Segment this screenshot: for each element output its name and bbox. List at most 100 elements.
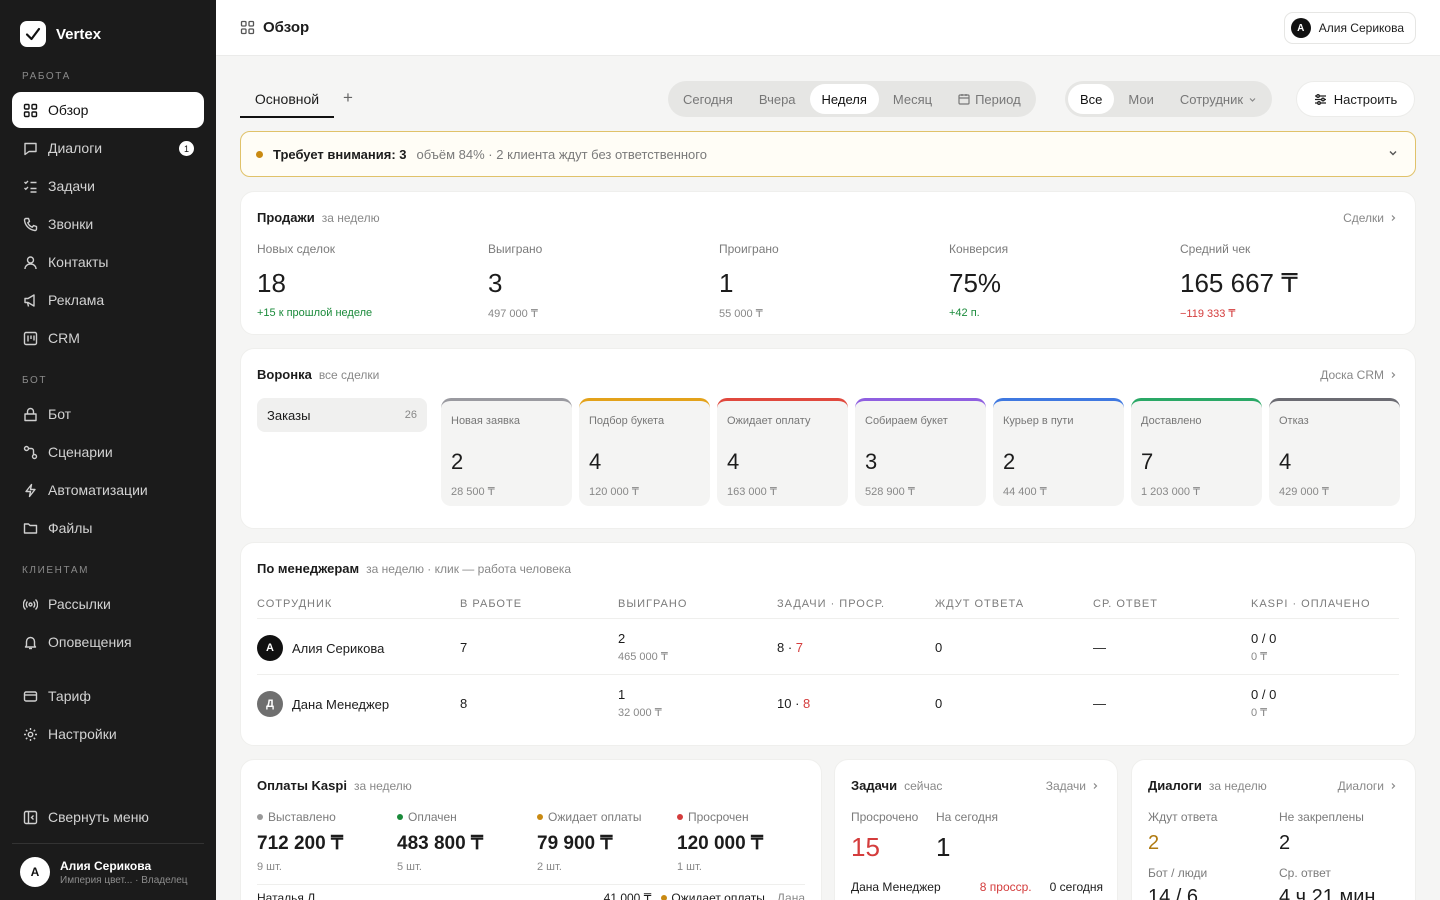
- funnel-stage[interactable]: Ожидает оплату 4 163 000 ₸: [717, 398, 848, 506]
- chat-icon: [22, 140, 38, 156]
- stage-name: Ожидает оплату: [727, 415, 811, 427]
- tasks-count: 10: [777, 696, 792, 711]
- kaspi-stat-label: Выставлено: [257, 810, 343, 824]
- tasks-list-row[interactable]: Дана Менеджер 8 просср. 0 сегодня: [851, 880, 1103, 894]
- brand[interactable]: Vertex: [20, 21, 101, 47]
- dialogs-link[interactable]: Диалоги: [1338, 779, 1397, 793]
- funnel-stage[interactable]: Подбор букета 4 120 000 ₸: [579, 398, 710, 506]
- sidebar-item-tariff[interactable]: Тариф: [12, 678, 204, 714]
- sidebar-item-bot[interactable]: Бот: [12, 396, 204, 432]
- sidebar-item-crm[interactable]: CRM: [12, 320, 204, 356]
- kaspi-stat-value: 79 900 ₸: [537, 833, 613, 854]
- tasks-subtitle: сейчас: [904, 779, 943, 793]
- bolt-icon: [22, 482, 38, 498]
- top-user-menu[interactable]: A Алия Серикова: [1283, 12, 1416, 44]
- col-header-in-work: В РАБОТЕ: [460, 598, 523, 610]
- stage-name: Доставлено: [1141, 415, 1202, 427]
- funnel-stage[interactable]: Отказ 4 429 000 ₸: [1269, 398, 1400, 506]
- scope-mine[interactable]: Мои: [1116, 84, 1165, 114]
- top-user-name: Алия Серикова: [1318, 21, 1404, 35]
- sidebar-item-label: Сценарии: [48, 444, 113, 460]
- deals-link[interactable]: Сделки: [1343, 211, 1397, 225]
- scope-all[interactable]: Все: [1068, 84, 1115, 114]
- sidebar-item-notifications[interactable]: Оповещения: [12, 624, 204, 660]
- funnel-stage[interactable]: Курьер в пути 2 44 400 ₸: [993, 398, 1124, 506]
- sidebar-item-contacts[interactable]: Контакты: [12, 244, 204, 280]
- funnel-stage[interactable]: Доставлено 7 1 203 000 ₸: [1131, 398, 1262, 506]
- funnel-stage[interactable]: Собираем букет 3 528 900 ₸: [855, 398, 986, 506]
- bell-icon: [22, 634, 38, 650]
- table-row[interactable]: A Алия Серикова 7 2 465 000 ₸ 8 · 7 0 — …: [257, 618, 1399, 674]
- stage-count: 2: [451, 449, 464, 474]
- dialogs-unassigned-value: 2: [1279, 832, 1291, 854]
- collapse-menu-button[interactable]: Свернуть меню: [12, 799, 204, 835]
- dialogs-card: Диалоги за неделю Диалоги Ждут ответа 2 …: [1131, 759, 1416, 900]
- won-sum: 465 000 ₸: [618, 651, 668, 663]
- table-row[interactable]: Д Дана Менеджер 8 1 32 000 ₸ 10 · 8 0 — …: [257, 674, 1399, 730]
- tasks-link[interactable]: Задачи: [1046, 779, 1099, 793]
- period-custom[interactable]: Период: [946, 84, 1033, 114]
- kaspi-header: Оплаты Kaspi за неделю: [257, 778, 412, 793]
- kaspi-counts: 0 / 0: [1251, 687, 1277, 702]
- pipeline-orders[interactable]: Заказы 26: [257, 398, 427, 432]
- sidebar-user[interactable]: A Алия Серикова Империя цвет... · Владел…: [12, 843, 204, 900]
- sidebar-item-calls[interactable]: Звонки: [12, 206, 204, 242]
- user-company: Империя цвет...: [60, 874, 133, 886]
- kaspi-stat-label-text: Выставлено: [268, 810, 336, 824]
- alert-dot: [256, 150, 263, 158]
- chevron-right-icon: [1091, 782, 1099, 790]
- kaspi-list-row[interactable]: Наталья Л. 41 000 ₸ Ожидает оплаты Дана: [257, 891, 805, 900]
- sidebar-item-tasks[interactable]: Задачи: [12, 168, 204, 204]
- sidebar-item-overview[interactable]: Обзор: [12, 92, 204, 128]
- kaspi-stat-label: Ожидает оплаты: [537, 810, 642, 824]
- unread-badge: 1: [179, 141, 194, 156]
- tasks-overdue: 8: [803, 696, 811, 711]
- manager-cell: A Алия Серикова: [257, 635, 384, 661]
- tab-main[interactable]: Основной: [240, 82, 334, 118]
- scope-employee[interactable]: Сотрудник: [1168, 84, 1269, 114]
- stage-sum: 1 203 000 ₸: [1141, 486, 1200, 498]
- sidebar-item-files[interactable]: Файлы: [12, 510, 204, 546]
- dialogs-title: Диалоги: [1148, 778, 1202, 793]
- avatar: A: [20, 857, 50, 887]
- sidebar-item-ads[interactable]: Реклама: [12, 282, 204, 318]
- tasks-overdue-label: Просрочено: [851, 810, 919, 824]
- in-work-cell: 8: [460, 696, 468, 711]
- sidebar-item-settings[interactable]: Настройки: [12, 716, 204, 752]
- funnel-stage[interactable]: Новая заявка 2 28 500 ₸: [441, 398, 572, 506]
- period-month[interactable]: Месяц: [881, 84, 944, 114]
- attention-alert[interactable]: Требует внимания: 3 объём 84% · 2 клиент…: [240, 131, 1416, 177]
- kaspi-stat-value: 120 000 ₸: [677, 833, 764, 854]
- period-selector: Сегодня Вчера Неделя Месяц Период: [668, 81, 1036, 117]
- collapse-label: Свернуть меню: [48, 809, 149, 825]
- sidebar-item-label: Обзор: [48, 102, 89, 118]
- kaspi-cell: 0 / 0 0 ₸: [1251, 687, 1276, 719]
- period-today[interactable]: Сегодня: [671, 84, 745, 114]
- kaspi-stat: Ожидает оплаты 79 900 ₸ 2 шт.: [537, 810, 642, 873]
- add-tab-button[interactable]: +: [343, 88, 353, 108]
- kaspi-stat-count: 5 шт.: [397, 861, 422, 873]
- tasks-title: Задачи: [851, 778, 898, 793]
- kaspi-subtitle: за неделю: [353, 779, 412, 793]
- configure-button[interactable]: Настроить: [1296, 81, 1415, 117]
- crm-board-link[interactable]: Доска CRM: [1320, 368, 1397, 382]
- tasks-count: 8: [777, 640, 785, 655]
- kpi-label: Средний чек: [1180, 242, 1251, 256]
- payer-name: Наталья Л.: [257, 891, 319, 900]
- sidebar-item-mailings[interactable]: Рассылки: [12, 586, 204, 622]
- sidebar-item-dialogs[interactable]: Диалоги 1: [12, 130, 204, 166]
- period-week[interactable]: Неделя: [809, 84, 879, 114]
- kanban-icon: [22, 330, 38, 346]
- sidebar-item-automations[interactable]: Автоматизации: [12, 472, 204, 508]
- chevron-down-icon[interactable]: [1387, 147, 1399, 159]
- megaphone-icon: [22, 292, 38, 308]
- tasks-today-label: На сегодня: [936, 810, 998, 824]
- period-yesterday[interactable]: Вчера: [747, 84, 808, 114]
- kaspi-stat-value: 712 200 ₸: [257, 833, 344, 854]
- dialogs-header: Диалоги за неделю: [1148, 778, 1267, 793]
- status-dot: [661, 895, 668, 900]
- sidebar-item-scenarios[interactable]: Сценарии: [12, 434, 204, 470]
- kaspi-cell: 0 / 0 0 ₸: [1251, 631, 1276, 663]
- sidebar-item-label: Бот: [48, 406, 72, 422]
- dialogs-avg-stat: Ср. ответ 4 ч 21 мин: [1279, 866, 1375, 900]
